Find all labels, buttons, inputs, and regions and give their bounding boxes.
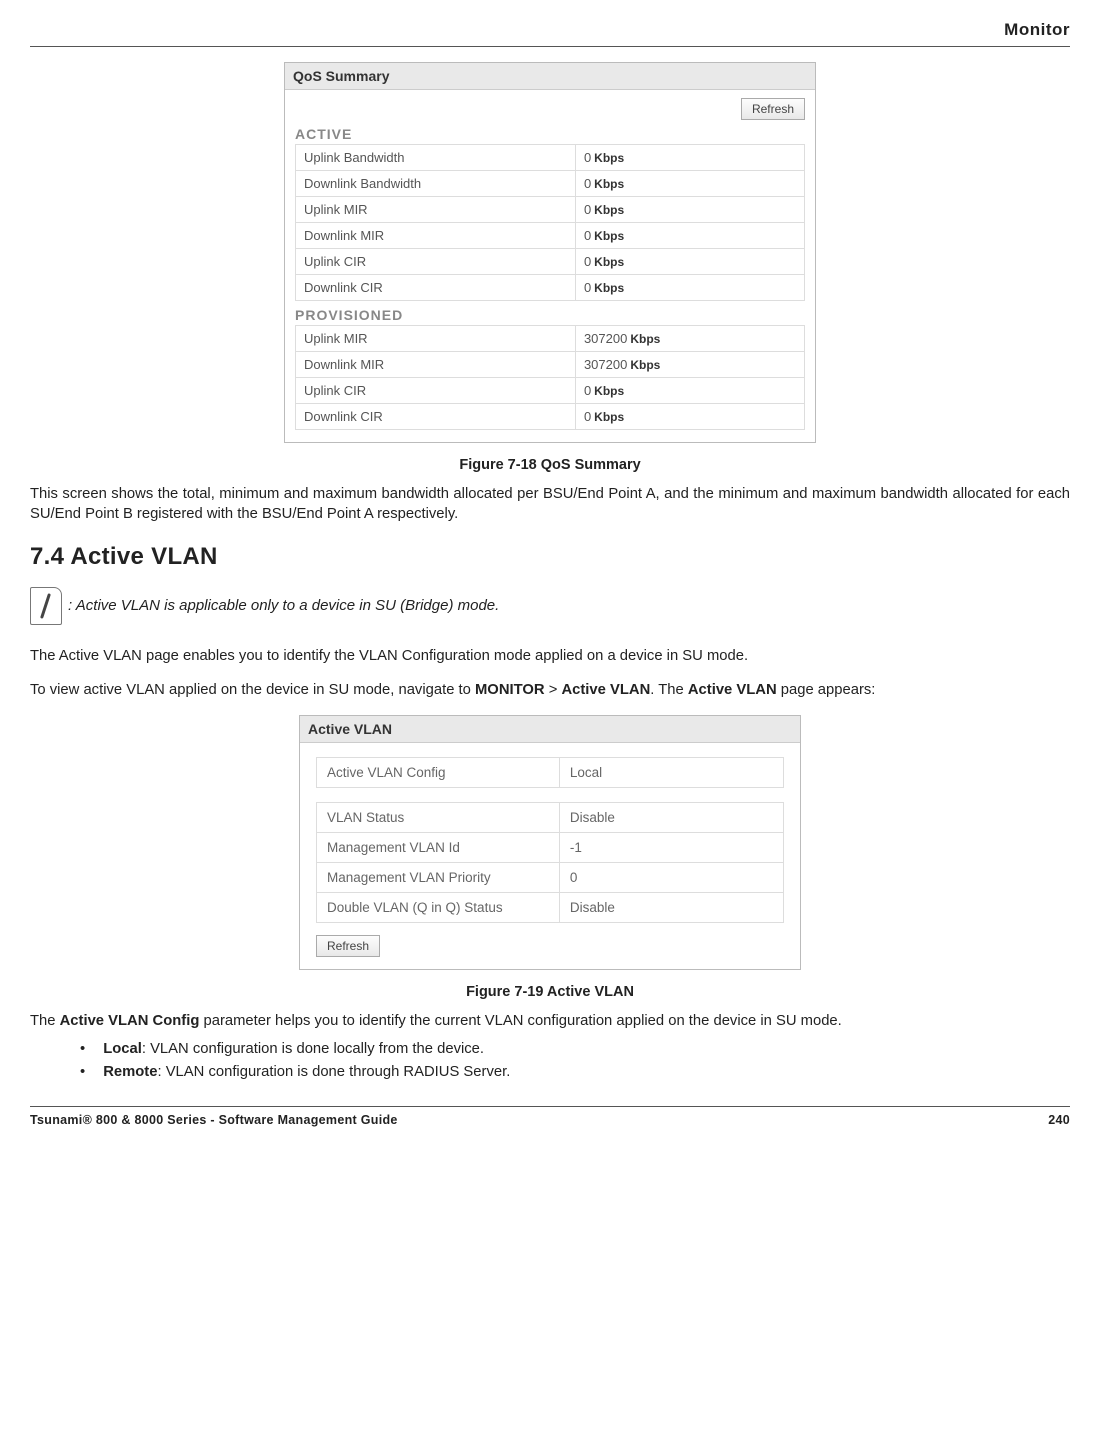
footer-left: Tsunami® 800 & 8000 Series - Software Ma… — [30, 1113, 398, 1127]
cell-value: 0 — [584, 150, 591, 165]
vlan-panel-title: Active VLAN — [300, 716, 800, 743]
unit-label: Kbps — [630, 332, 660, 346]
active-section-label: ACTIVE — [295, 126, 805, 142]
cell-value: 0 — [559, 862, 783, 892]
cell-value: -1 — [559, 832, 783, 862]
page-name-active-vlan: Active VLAN — [688, 682, 777, 698]
text-fragment: . The — [650, 682, 688, 698]
note-text: : Active VLAN is applicable only to a de… — [68, 597, 499, 614]
cell-label: Downlink MIR — [296, 223, 576, 249]
figure-caption-vlan: Figure 7-19 Active VLAN — [30, 984, 1070, 1000]
cell-value: 0 — [584, 202, 591, 217]
table-row: VLAN StatusDisable — [317, 802, 784, 832]
unit-label: Kbps — [594, 203, 624, 217]
list-item: Remote: VLAN configuration is done throu… — [80, 1061, 1070, 1084]
unit-label: Kbps — [594, 384, 624, 398]
nav-path-active-vlan: Active VLAN — [561, 682, 650, 698]
cell-label: Uplink MIR — [296, 326, 576, 352]
unit-label: Kbps — [594, 281, 624, 295]
cell-value: 0 — [584, 280, 591, 295]
table-row: Uplink CIR 0Kbps — [296, 249, 805, 275]
bullet-list: Local: VLAN configuration is done locall… — [80, 1038, 1070, 1084]
table-row: Downlink MIR 0Kbps — [296, 223, 805, 249]
list-item: Local: VLAN configuration is done locall… — [80, 1038, 1070, 1061]
cell-label: Downlink CIR — [296, 275, 576, 301]
text-fragment: page appears: — [777, 682, 876, 698]
table-row: Double VLAN (Q in Q) StatusDisable — [317, 892, 784, 922]
table-row: Downlink CIR 0Kbps — [296, 275, 805, 301]
param-name: Active VLAN Config — [60, 1013, 200, 1029]
cell-label: Downlink Bandwidth — [296, 171, 576, 197]
qos-active-table: Uplink Bandwidth0Kbps Downlink Bandwidth… — [295, 144, 805, 301]
cell-label: Management VLAN Priority — [317, 862, 560, 892]
unit-label: Kbps — [594, 229, 624, 243]
refresh-button[interactable]: Refresh — [316, 935, 380, 957]
cell-value: 307200 — [584, 357, 627, 372]
nav-path-monitor: MONITOR — [475, 682, 545, 698]
vlan-intro-2: To view active VLAN applied on the devic… — [30, 681, 1070, 701]
table-row: Uplink CIR 0Kbps — [296, 378, 805, 404]
bullet-desc: : VLAN configuration is done locally fro… — [142, 1041, 484, 1057]
active-vlan-panel: Active VLAN Active VLAN ConfigLocal VLAN… — [299, 715, 801, 970]
provisioned-section-label: PROVISIONED — [295, 307, 805, 323]
cell-label: VLAN Status — [317, 802, 560, 832]
text-fragment: > — [545, 682, 562, 698]
cell-value: Local — [559, 757, 783, 787]
figure-caption-qos: Figure 7-18 QoS Summary — [30, 457, 1070, 473]
page-header-title: Monitor — [30, 20, 1070, 40]
qos-panel-title: QoS Summary — [285, 63, 815, 90]
table-row: Management VLAN Priority0 — [317, 862, 784, 892]
refresh-button[interactable]: Refresh — [741, 98, 805, 120]
cell-value: 0 — [584, 409, 591, 424]
bullet-desc: : VLAN configuration is done through RAD… — [157, 1064, 510, 1080]
note-block: : Active VLAN is applicable only to a de… — [30, 587, 1070, 625]
vlan-config-table: Active VLAN ConfigLocal — [316, 757, 784, 788]
section-heading-active-vlan: 7.4 Active VLAN — [30, 543, 1070, 571]
cell-label: Downlink CIR — [296, 404, 576, 430]
unit-label: Kbps — [594, 177, 624, 191]
cell-label: Downlink MIR — [296, 352, 576, 378]
vlan-details-table: VLAN StatusDisable Management VLAN Id-1 … — [316, 802, 784, 923]
table-row: Downlink CIR 0Kbps — [296, 404, 805, 430]
cell-value: 0 — [584, 176, 591, 191]
table-row: Downlink MIR 307200Kbps — [296, 352, 805, 378]
vlan-intro-1: The Active VLAN page enables you to iden… — [30, 647, 1070, 667]
cell-label: Uplink Bandwidth — [296, 145, 576, 171]
header-rule — [30, 46, 1070, 47]
cell-label: Double VLAN (Q in Q) Status — [317, 892, 560, 922]
page-footer: Tsunami® 800 & 8000 Series - Software Ma… — [30, 1106, 1070, 1127]
unit-label: Kbps — [594, 151, 624, 165]
note-icon — [30, 587, 62, 625]
cell-value: 0 — [584, 228, 591, 243]
cell-value: 0 — [584, 254, 591, 269]
cell-label: Uplink CIR — [296, 378, 576, 404]
qos-description: This screen shows the total, minimum and… — [30, 485, 1070, 525]
footer-page-number: 240 — [1048, 1113, 1070, 1127]
table-row: Uplink MIR 307200Kbps — [296, 326, 805, 352]
cell-label: Uplink MIR — [296, 197, 576, 223]
unit-label: Kbps — [594, 255, 624, 269]
cell-label: Active VLAN Config — [317, 757, 560, 787]
table-row: Uplink MIR 0Kbps — [296, 197, 805, 223]
cell-value: 307200 — [584, 331, 627, 346]
table-row: Active VLAN ConfigLocal — [317, 757, 784, 787]
unit-label: Kbps — [630, 358, 660, 372]
text-fragment: parameter helps you to identify the curr… — [199, 1013, 841, 1029]
bullet-term: Local — [103, 1041, 142, 1057]
text-fragment: The — [30, 1013, 60, 1029]
cell-value: Disable — [559, 802, 783, 832]
cell-value: 0 — [584, 383, 591, 398]
table-row: Management VLAN Id-1 — [317, 832, 784, 862]
cell-label: Management VLAN Id — [317, 832, 560, 862]
cell-label: Uplink CIR — [296, 249, 576, 275]
table-row: Uplink Bandwidth 0Kbps — [296, 145, 805, 171]
cell-value: Disable — [559, 892, 783, 922]
qos-provisioned-table: Uplink MIR307200Kbps Downlink MIR307200K… — [295, 325, 805, 430]
bullet-term: Remote — [103, 1064, 157, 1080]
unit-label: Kbps — [594, 410, 624, 424]
qos-summary-panel: QoS Summary Refresh ACTIVE Uplink Bandwi… — [284, 62, 816, 443]
vlan-post-text: The Active VLAN Config parameter helps y… — [30, 1012, 1070, 1032]
table-row: Downlink Bandwidth 0Kbps — [296, 171, 805, 197]
text-fragment: To view active VLAN applied on the devic… — [30, 682, 475, 698]
